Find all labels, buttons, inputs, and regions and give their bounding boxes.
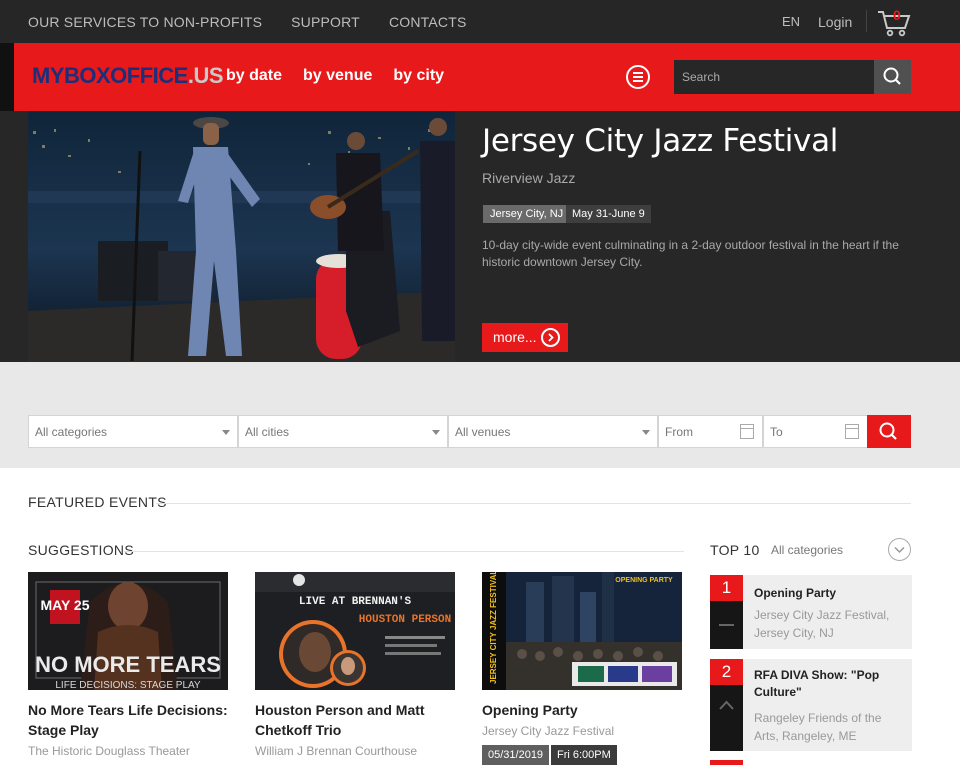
chevron-down-icon xyxy=(894,546,905,554)
cart-count-badge[interactable]: 0 xyxy=(893,7,901,23)
hero-description: 10-day city-wide event culminating in a … xyxy=(482,238,899,269)
nav-support-link[interactable]: SUPPORT xyxy=(291,14,360,30)
city-select-value: All cities xyxy=(245,425,290,439)
chevron-down-icon xyxy=(432,430,440,435)
category-select[interactable]: All categories xyxy=(28,415,238,448)
event-card-image[interactable]: LIVE AT BRENNAN'S HOUSTON PERSON xyxy=(255,572,455,690)
to-date-field[interactable]: To xyxy=(763,415,868,448)
city-select[interactable]: All cities xyxy=(238,415,448,448)
rank-title[interactable]: RFA DIVA Show: "Pop Culture" xyxy=(754,667,904,701)
search-box xyxy=(674,60,874,94)
chevron-down-icon xyxy=(642,430,650,435)
divider xyxy=(124,551,684,552)
dates-tag: May 31-June 9 xyxy=(566,205,651,223)
search-icon xyxy=(883,67,901,85)
nav-by-date[interactable]: by date xyxy=(226,67,282,85)
search-icon xyxy=(879,422,897,440)
more-label: more... xyxy=(493,329,537,345)
rank-number: 2 xyxy=(710,659,743,685)
to-date-placeholder: To xyxy=(770,425,783,439)
filter-search-button[interactable] xyxy=(867,415,911,448)
rank-title[interactable]: Opening Party xyxy=(754,585,904,602)
poster-title: NO MORE TEARS xyxy=(35,652,221,677)
hero-banner: Jersey City Jazz Festival Riverview Jazz… xyxy=(0,111,960,362)
venue-select-value: All venues xyxy=(455,425,511,439)
event-card-image[interactable]: MAY 25 NO MORE TEARS LIFE DECISIONS: STA… xyxy=(28,572,228,690)
rank-arrow-panel xyxy=(710,685,743,751)
minus-icon xyxy=(719,624,734,626)
rank-number: 1 xyxy=(710,575,743,601)
top10-dropdown-button[interactable] xyxy=(888,538,911,561)
divider xyxy=(156,503,911,504)
main-header: MYBOXOFFICE.US by date by venue by city xyxy=(0,43,960,111)
top-nav: OUR SERVICES TO NON-PROFITS SUPPORT CONT… xyxy=(28,14,467,30)
chevron-down-icon xyxy=(222,430,230,435)
rank-arrow-panel xyxy=(710,601,743,649)
event-time-tag: Fri 6:00PM xyxy=(551,745,617,765)
logo-text: MYBOXOFFICE xyxy=(32,63,188,88)
poster-title: JERSEY CITY JAZZ FESTIVAL xyxy=(489,572,498,684)
event-card-venue[interactable]: William J Brennan Courthouse xyxy=(255,744,460,758)
filter-bar: All categories All cities All venues Fro… xyxy=(0,362,960,468)
arrow-up-icon xyxy=(719,700,734,710)
header-edge xyxy=(0,43,14,111)
event-card-title[interactable]: Houston Person and Matt Chetkoff Trio xyxy=(255,700,460,740)
nav-contacts-link[interactable]: CONTACTS xyxy=(389,14,467,30)
rank-subtitle: Jersey City Jazz Festival, Jersey City, … xyxy=(754,608,890,640)
nav-by-venue[interactable]: by venue xyxy=(303,67,372,85)
featured-heading: FEATURED EVENTS xyxy=(28,494,167,510)
hero-image[interactable] xyxy=(28,111,455,362)
venue-select[interactable]: All venues xyxy=(448,415,658,448)
login-link[interactable]: Login xyxy=(818,14,852,30)
search-button[interactable] xyxy=(874,60,911,94)
event-card-image[interactable]: JERSEY CITY JAZZ FESTIVAL OPENING PARTY xyxy=(482,572,682,690)
poster-date: MAY 25 xyxy=(40,597,89,613)
rank-subtitle: Rangeley Friends of the Arts, Rangeley, … xyxy=(754,711,882,743)
calendar-icon xyxy=(845,424,859,439)
from-date-placeholder: From xyxy=(665,425,693,439)
divider xyxy=(866,10,867,32)
logo-suffix: .US xyxy=(187,63,224,88)
top-bar: OUR SERVICES TO NON-PROFITS SUPPORT CONT… xyxy=(0,0,960,43)
from-date-field[interactable]: From xyxy=(658,415,763,448)
top10-item[interactable]: 1 Opening Party Jersey City Jazz Festiva… xyxy=(710,575,912,649)
hero-title[interactable]: Jersey City Jazz Festival xyxy=(482,123,838,159)
nav-by-city[interactable]: by city xyxy=(393,67,444,85)
event-card-title[interactable]: No More Tears Life Decisions: Stage Play xyxy=(28,700,233,740)
event-date-tag: 05/31/2019 xyxy=(482,745,550,765)
top10-category-select[interactable]: All categories xyxy=(771,543,843,557)
poster-subtitle: HOUSTON PERSON xyxy=(359,614,451,626)
poster-subtitle: LIFE DECISIONS: STAGE PLAY xyxy=(55,680,201,690)
main-nav: by date by venue by city xyxy=(226,67,444,85)
suggestions-heading: SUGGESTIONS xyxy=(28,542,134,558)
poster-title: LIVE AT BRENNAN'S xyxy=(299,596,412,608)
event-card-venue[interactable]: Jersey City Jazz Festival xyxy=(482,724,687,738)
arrow-right-icon xyxy=(541,328,560,347)
menu-icon[interactable] xyxy=(626,65,650,89)
top10-heading: TOP 10 xyxy=(710,542,760,558)
search-input[interactable] xyxy=(674,60,874,94)
more-button[interactable]: more... xyxy=(482,323,568,352)
calendar-icon xyxy=(740,424,754,439)
language-selector[interactable]: EN xyxy=(782,14,800,29)
nav-services-link[interactable]: OUR SERVICES TO NON-PROFITS xyxy=(28,14,262,30)
poster-subtitle: OPENING PARTY xyxy=(615,577,673,584)
site-logo[interactable]: MYBOXOFFICE.US xyxy=(32,63,224,89)
category-select-value: All categories xyxy=(35,425,108,439)
location-tag: Jersey City, NJ xyxy=(483,205,571,223)
hero-subtitle: Riverview Jazz xyxy=(482,170,576,186)
event-card-title[interactable]: Opening Party xyxy=(482,700,687,720)
top10-item[interactable]: 2 RFA DIVA Show: "Pop Culture" Rangeley … xyxy=(710,659,912,751)
event-card-venue[interactable]: The Historic Douglass Theater xyxy=(28,744,233,758)
next-rank-edge xyxy=(710,760,743,765)
